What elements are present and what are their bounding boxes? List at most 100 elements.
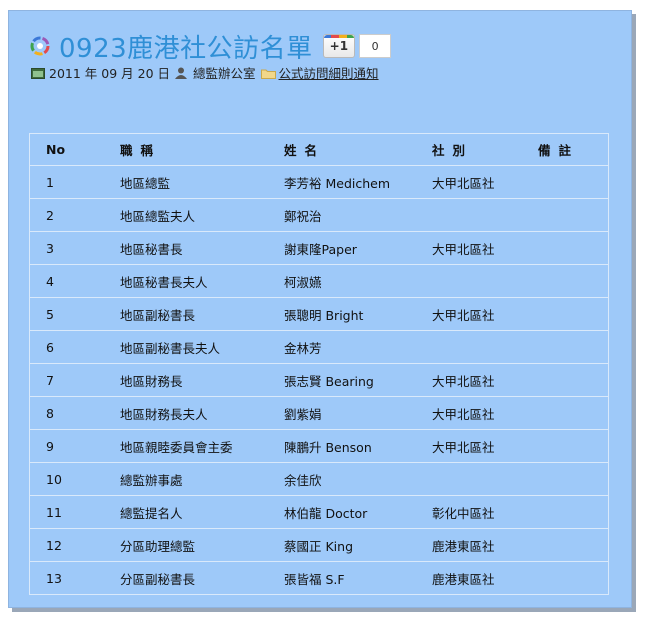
cell-club: 大甲北區社	[432, 429, 538, 463]
cell-remark	[538, 462, 608, 496]
cell-remark	[538, 297, 608, 331]
cell-no: 2	[30, 198, 104, 232]
cell-title: 分區助理總監	[104, 528, 284, 562]
cell-club: 大甲北區社	[432, 297, 538, 331]
cell-remark	[538, 264, 608, 298]
cell-name: 蔡國正 King	[284, 528, 432, 562]
header-club: 社別	[432, 134, 538, 166]
cell-club	[432, 462, 538, 496]
cell-title: 地區總監夫人	[104, 198, 284, 232]
cell-name: 陳鵬升 Benson	[284, 429, 432, 463]
cell-name: 劉紫娟	[284, 396, 432, 430]
table-row: 12 分區助理總監 蔡國正 King 鹿港東區社	[30, 528, 608, 562]
cell-club: 彰化中區社	[432, 495, 538, 529]
article-panel: 0923鹿港社公訪名單 +1 0 2011 年 09 月 20 日 總監辦公室 …	[8, 10, 632, 608]
gplus-color-bar	[323, 35, 355, 38]
table-row: 2 地區總監夫人 鄭祝治	[30, 198, 608, 232]
cell-club	[432, 198, 538, 232]
cell-title: 地區秘書長夫人	[104, 264, 284, 298]
table-row: 5 地區副秘書長 張聰明 Bright 大甲北區社	[30, 297, 608, 331]
cell-remark	[538, 198, 608, 232]
calendar-icon	[31, 67, 45, 79]
page-title: 0923鹿港社公訪名單	[59, 33, 313, 64]
cell-no: 7	[30, 363, 104, 397]
cell-title: 分區副秘書長	[120, 571, 196, 587]
cell-name: 柯淑嬿	[284, 264, 432, 298]
cell-club: 大甲北區社	[432, 363, 538, 397]
cell-remark	[538, 495, 608, 529]
cell-remark	[538, 231, 608, 265]
table-row: 8 地區財務長夫人 劉紫娟 大甲北區社	[30, 396, 608, 430]
cell-no: 13	[46, 570, 62, 586]
cell-remark	[538, 396, 608, 430]
cell-title: 總監提名人	[104, 495, 284, 529]
cell-title: 地區親睦委員會主委	[104, 429, 284, 463]
roster-table-wrap: No 職稱 姓名 社別 備註 1 地區總監 李芳裕 Medichem 大甲北區社 2 地區…	[29, 133, 609, 595]
cell-remark	[538, 528, 608, 562]
cell-name: 謝東隆Paper	[284, 231, 432, 265]
cell-title: 總監辦事處	[104, 462, 284, 496]
cell-title: 地區副秘書長夫人	[104, 330, 284, 364]
cell-remark	[538, 562, 608, 595]
cell-no: 11	[30, 495, 104, 529]
roster-table: No 職稱 姓名 社別 備註 1 地區總監 李芳裕 Medichem 大甲北區社 2 地區…	[30, 134, 608, 594]
header-no: No	[30, 134, 104, 166]
cell-remark	[538, 363, 608, 397]
header-title: 職稱	[104, 134, 284, 166]
cell-name: 李芳裕 Medichem	[284, 165, 432, 199]
article-date: 2011 年 09 月 20 日	[49, 66, 170, 81]
table-row: 4 地區秘書長夫人 柯淑嬿	[30, 264, 608, 298]
cell-no: 8	[30, 396, 104, 430]
table-row: 11 總監提名人 林伯龍 Doctor 彰化中區社	[30, 495, 608, 529]
table-row: 1 地區總監 李芳裕 Medichem 大甲北區社	[30, 165, 608, 199]
gplus-one-button[interactable]: +1	[322, 34, 356, 58]
cell-name: 金林芳	[284, 330, 432, 364]
cell-title: 地區總監	[104, 165, 284, 199]
cell-title: 地區財務長夫人	[104, 396, 284, 430]
cell-title: 地區秘書長	[104, 231, 284, 265]
table-header-row: No 職稱 姓名 社別 備註	[30, 134, 608, 166]
cell-club: 鹿港東區社	[432, 571, 495, 587]
cell-club: 大甲北區社	[432, 396, 538, 430]
cell-title: 地區副秘書長	[104, 297, 284, 331]
cell-name: 鄭祝治	[284, 198, 432, 232]
table-row: 7 地區財務長 張志賢 Bearing 大甲北區社	[30, 363, 608, 397]
table-row: 13 分區副秘書長 張皆福 S.F 鹿港東區社	[30, 562, 608, 595]
table-row: 9 地區親睦委員會主委 陳鵬升 Benson 大甲北區社	[30, 429, 608, 463]
cell-club	[432, 264, 538, 298]
article-category-link[interactable]: 公式訪問細則通知	[279, 63, 379, 82]
cell-name: 張皆福 S.F	[284, 571, 345, 587]
article-meta: 2011 年 09 月 20 日 總監辦公室 公式訪問細則通知	[31, 63, 384, 82]
article-author: 總監辦公室	[193, 66, 256, 81]
cell-no: 3	[30, 231, 104, 265]
cell-no: 1	[30, 165, 104, 199]
colorful-rotary-logo-icon	[29, 35, 51, 57]
cell-club	[432, 330, 538, 364]
cell-club: 鹿港東區社	[432, 528, 538, 562]
gplus-count: 0	[359, 34, 392, 58]
cell-name: 林伯龍 Doctor	[284, 495, 432, 529]
title-row: 0923鹿港社公訪名單 +1 0	[29, 29, 392, 64]
cell-no: 10	[30, 462, 104, 496]
gplus-one-label: +1	[329, 39, 349, 53]
cell-remark	[538, 165, 608, 199]
cell-no: 12	[30, 528, 104, 562]
cell-no: 6	[30, 330, 104, 364]
cell-no: 4	[30, 264, 104, 298]
folder-icon	[260, 67, 276, 79]
cell-remark	[538, 330, 608, 364]
cell-name: 張志賢 Bearing	[284, 363, 432, 397]
cell-club: 大甲北區社	[432, 231, 538, 265]
cell-no: 5	[30, 297, 104, 331]
user-icon	[175, 67, 189, 79]
header-remark: 備註	[538, 134, 608, 166]
cell-no: 9	[30, 429, 104, 463]
cell-club: 大甲北區社	[432, 165, 538, 199]
cell-remark	[538, 429, 608, 463]
gplus-widget: +1 0	[322, 34, 392, 58]
cell-title: 地區財務長	[104, 363, 284, 397]
cell-name: 張聰明 Bright	[284, 297, 432, 331]
table-row: 6 地區副秘書長夫人 金林芳	[30, 330, 608, 364]
cell-name: 余佳欣	[284, 462, 432, 496]
header-name: 姓名	[284, 134, 432, 166]
